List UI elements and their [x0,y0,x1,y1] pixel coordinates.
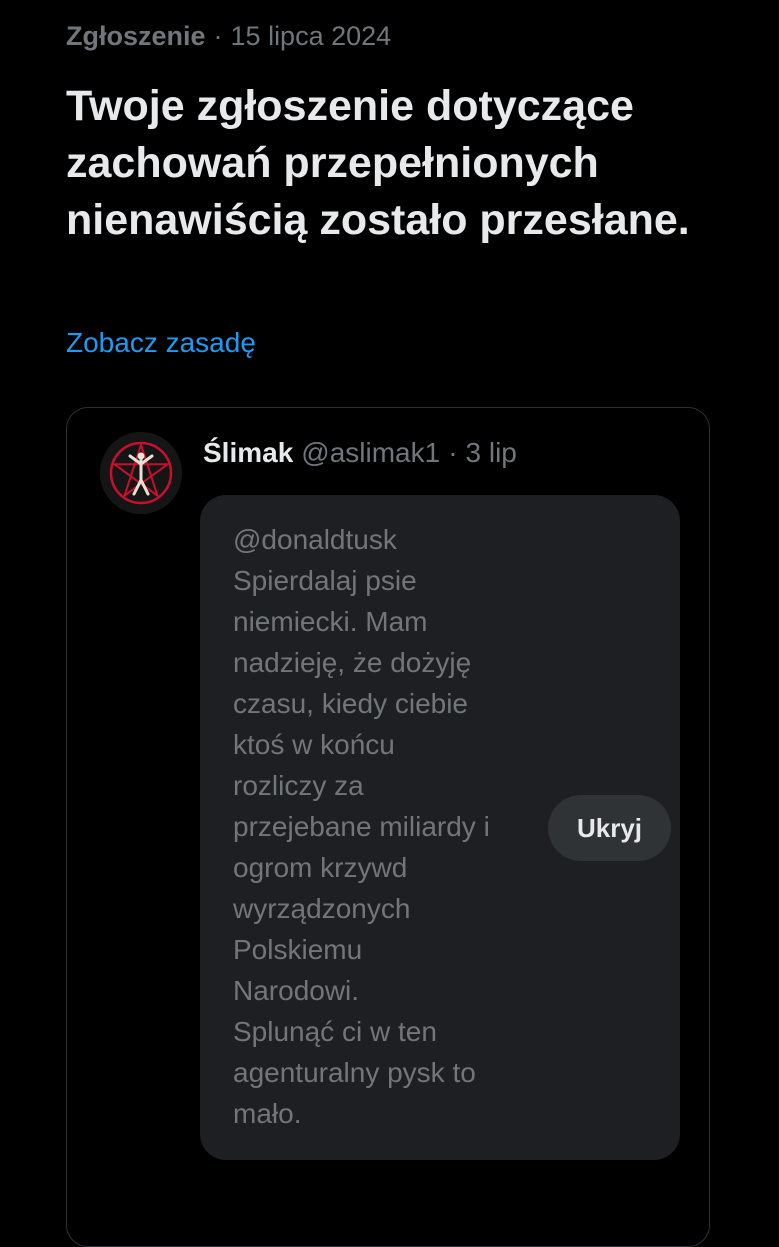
post-header: Ślimak @aslimak1 · 3 lip [203,434,517,472]
report-meta: Zgłoszenie · 15 lipca 2024 [66,18,391,54]
meta-separator: · [213,21,223,51]
avatar[interactable] [100,432,182,514]
hide-button[interactable]: Ukryj [548,795,671,861]
post-text: @donaldtusk Spierdalaj psie niemiecki. M… [233,524,490,1129]
pentagram-avatar-icon [100,432,182,514]
view-policy-link[interactable]: Zobacz zasadę [66,324,256,362]
report-category: Zgłoszenie [66,21,206,51]
author-name[interactable]: Ślimak [203,437,293,468]
report-title: Twoje zgłoszenie dotyczące zachowań prze… [66,82,690,244]
author-handle[interactable]: @aslimak1 [301,437,440,468]
report-date: 15 lipca 2024 [230,21,392,51]
header-separator: · [448,437,458,468]
post-time: 3 lip [465,437,517,468]
reported-post-card: Ślimak @aslimak1 · 3 lip @donaldtusk Spierd… [66,407,710,1247]
post-content-bubble: @donaldtusk Spierdalaj psie niemiecki. M… [200,495,680,1160]
